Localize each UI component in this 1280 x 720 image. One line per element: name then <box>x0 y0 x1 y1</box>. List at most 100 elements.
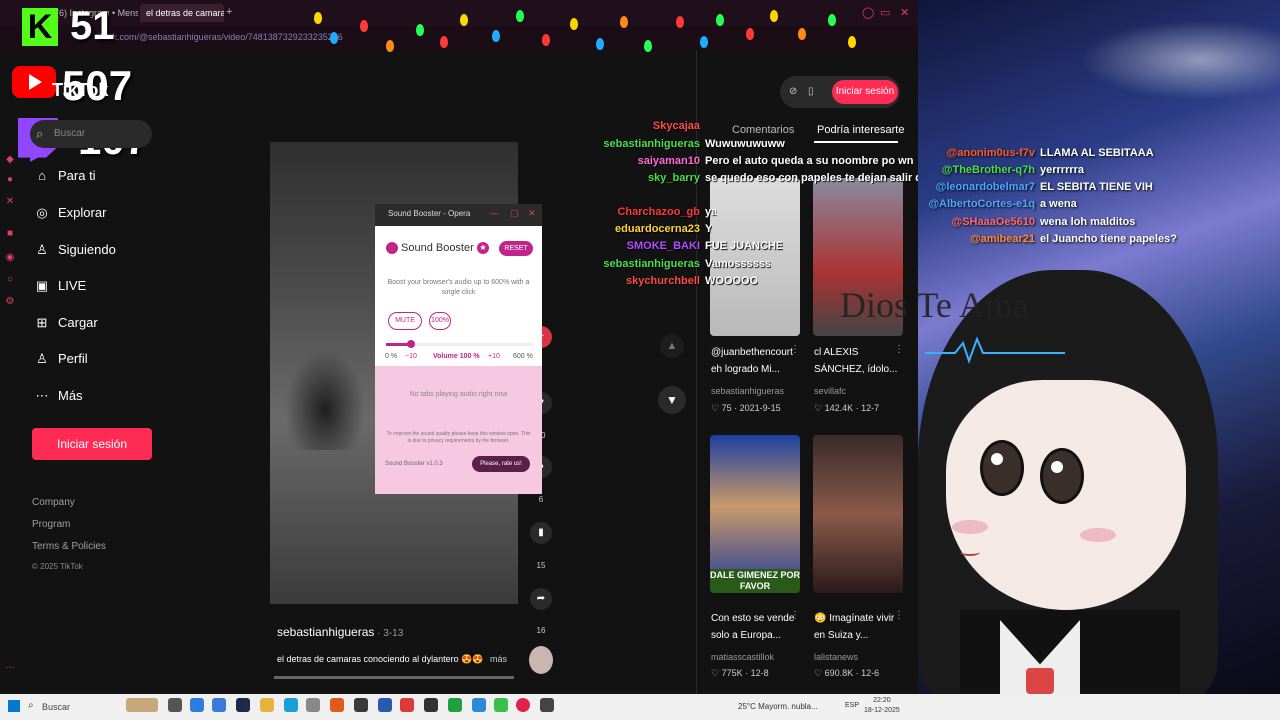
volume-minus-button[interactable]: −10 <box>405 353 417 360</box>
app-icon[interactable] <box>472 698 486 712</box>
phone-icon[interactable]: ▯ <box>808 86 814 97</box>
weather-text[interactable]: 25°C Mayorm. nubla... <box>738 702 818 711</box>
opera-icon[interactable] <box>516 698 530 712</box>
nav-siguiendo[interactable]: ♙ Siguiendo <box>32 238 116 262</box>
eye-highlight <box>991 453 1003 465</box>
next-video-button[interactable]: ▼ <box>658 386 686 414</box>
card-more-icon[interactable]: ⋮ <box>894 610 904 621</box>
tab-comentarios[interactable]: Comentarios <box>732 124 794 136</box>
close-icon[interactable]: ✕ <box>900 6 909 19</box>
nav-mas[interactable]: ⋯ Más <box>32 384 83 408</box>
tab-tiktok[interactable]: el detras de camaras con <box>140 4 224 22</box>
chat-message: wena loh malditos <box>1040 216 1136 228</box>
restore-icon[interactable]: ▭ <box>880 6 890 19</box>
copilot-icon[interactable] <box>190 698 204 712</box>
bookmark-icon[interactable]: ▮ <box>530 522 552 544</box>
share-icon[interactable]: ➦ <box>530 588 552 610</box>
sidebar-strip-icon[interactable]: ■ <box>4 228 16 240</box>
card-more-icon[interactable]: ⋮ <box>790 610 800 621</box>
mute-button[interactable]: MUTE <box>388 312 422 330</box>
app-icon[interactable] <box>540 698 554 712</box>
card-user[interactable]: sebastianhigueras <box>711 386 784 396</box>
coin-icon[interactable]: ⊘ <box>789 86 797 97</box>
vlc-v-icon[interactable] <box>378 698 392 712</box>
app-icon[interactable] <box>494 698 508 712</box>
previous-video-button[interactable]: ▲ <box>660 334 684 358</box>
app-icon[interactable] <box>424 698 438 712</box>
windows-start-icon[interactable] <box>8 700 20 712</box>
video-crowd-shadow <box>285 350 365 450</box>
app-icon[interactable] <box>448 698 462 712</box>
taskbar-search-text: Buscar <box>42 702 71 712</box>
sidebar-strip-icon[interactable]: ○ <box>4 274 16 286</box>
volume-slider[interactable] <box>386 340 532 348</box>
volume-plus-button[interactable]: +10 <box>488 353 500 360</box>
login-button[interactable]: Iniciar sesión <box>32 428 152 460</box>
chat-message: Wuwuwuwuww <box>705 138 785 150</box>
taskview-icon[interactable] <box>168 698 182 712</box>
nav-cargar[interactable]: ⊞ Cargar <box>32 311 98 335</box>
music-avatar[interactable] <box>529 646 553 674</box>
nav-live[interactable]: ▣ LIVE <box>32 274 86 298</box>
card-title[interactable]: 😳 Imagínate vivir en Suiza y... <box>814 610 906 644</box>
active-tab-underline <box>814 141 898 143</box>
footer-company-link[interactable]: Company <box>32 497 75 508</box>
booster-maximize-icon[interactable]: ▢ <box>510 208 519 219</box>
video-thumbnail[interactable]: DALE GIMENEZ POR FAVOR <box>710 435 800 593</box>
nav-explorar[interactable]: ◎ Explorar <box>32 201 106 225</box>
taskbar-widget-icon[interactable] <box>126 698 158 712</box>
sidebar-strip-icon[interactable]: ◆ <box>4 154 16 166</box>
caption-more-link[interactable]: más <box>490 654 507 664</box>
sidebar-strip-icon[interactable]: ● <box>4 174 16 186</box>
sound-booster-panel: Sound Booster ★ RESET Boost your browser… <box>375 226 542 494</box>
language-indicator[interactable]: ESP <box>845 702 859 709</box>
clock[interactable]: 22:20 18-12-2025 <box>864 696 900 716</box>
search-placeholder: Buscar <box>54 128 86 139</box>
video-progress-bar[interactable] <box>274 676 514 679</box>
header-login-button[interactable]: Iniciar sesión <box>832 80 898 104</box>
app-icon[interactable] <box>306 698 320 712</box>
profile-icon: ♙ <box>36 351 48 366</box>
star-icon[interactable]: ★ <box>477 242 489 254</box>
booster-close-icon[interactable]: ✕ <box>528 208 536 219</box>
tiktok-logo[interactable]: TikTok <box>52 80 108 101</box>
nav-label: Perfil <box>58 351 88 366</box>
reset-button[interactable]: RESET <box>499 241 533 256</box>
chrome-icon[interactable] <box>400 698 414 712</box>
card-user[interactable]: lalistanews <box>814 652 858 662</box>
video-thumbnail[interactable] <box>710 178 800 336</box>
card-more-icon[interactable]: ⋮ <box>790 344 800 355</box>
nav-perfil[interactable]: ♙ Perfil <box>32 347 88 371</box>
firefox-icon[interactable] <box>330 698 344 712</box>
card-title[interactable]: cl ALEXIS SÁNCHEZ, ídolo... <box>814 344 906 378</box>
share-count: 16 <box>536 626 546 635</box>
vtuber-blush <box>952 520 988 534</box>
card-user[interactable]: sevillafc <box>814 386 846 396</box>
edge-browser-icon[interactable] <box>284 698 298 712</box>
volume-slider-knob[interactable] <box>406 340 415 348</box>
folder-icon[interactable] <box>260 698 274 712</box>
edge-icon[interactable] <box>212 698 226 712</box>
footer-terms-link[interactable]: Terms & Policies <box>32 541 106 552</box>
booster-minimize-icon[interactable]: — <box>490 208 499 218</box>
sidebar-strip-icon[interactable]: … <box>4 660 16 672</box>
card-more-icon[interactable]: ⋮ <box>894 344 904 355</box>
search-input[interactable] <box>30 120 152 148</box>
reset-100-button[interactable]: 100% <box>429 312 451 330</box>
video-author[interactable]: sebastianhigueras · 3-13 <box>277 625 403 639</box>
rate-us-button[interactable]: Please, rate us! <box>472 456 530 472</box>
sidebar-strip-icon[interactable]: ⚙ <box>4 296 16 308</box>
sidebar-strip-icon[interactable]: ◉ <box>4 252 16 264</box>
sidebar-strip-icon[interactable]: ✕ <box>4 196 16 208</box>
upload-icon: ⊞ <box>36 315 48 330</box>
card-user[interactable]: matiasscastillok <box>711 652 774 662</box>
nav-para-ti[interactable]: ⌂ Para ti <box>32 164 96 188</box>
vegas-icon[interactable] <box>236 698 250 712</box>
new-tab-button[interactable]: + <box>226 6 232 18</box>
booster-fine-print: To improve the sound quality please keep… <box>386 431 531 444</box>
video-thumbnail[interactable] <box>813 435 903 593</box>
author-name[interactable]: sebastianhigueras <box>277 625 374 639</box>
app-icon[interactable] <box>354 698 368 712</box>
tab-podria-interesarte[interactable]: Podría interesarte <box>817 124 904 136</box>
footer-program-link[interactable]: Program <box>32 519 70 530</box>
